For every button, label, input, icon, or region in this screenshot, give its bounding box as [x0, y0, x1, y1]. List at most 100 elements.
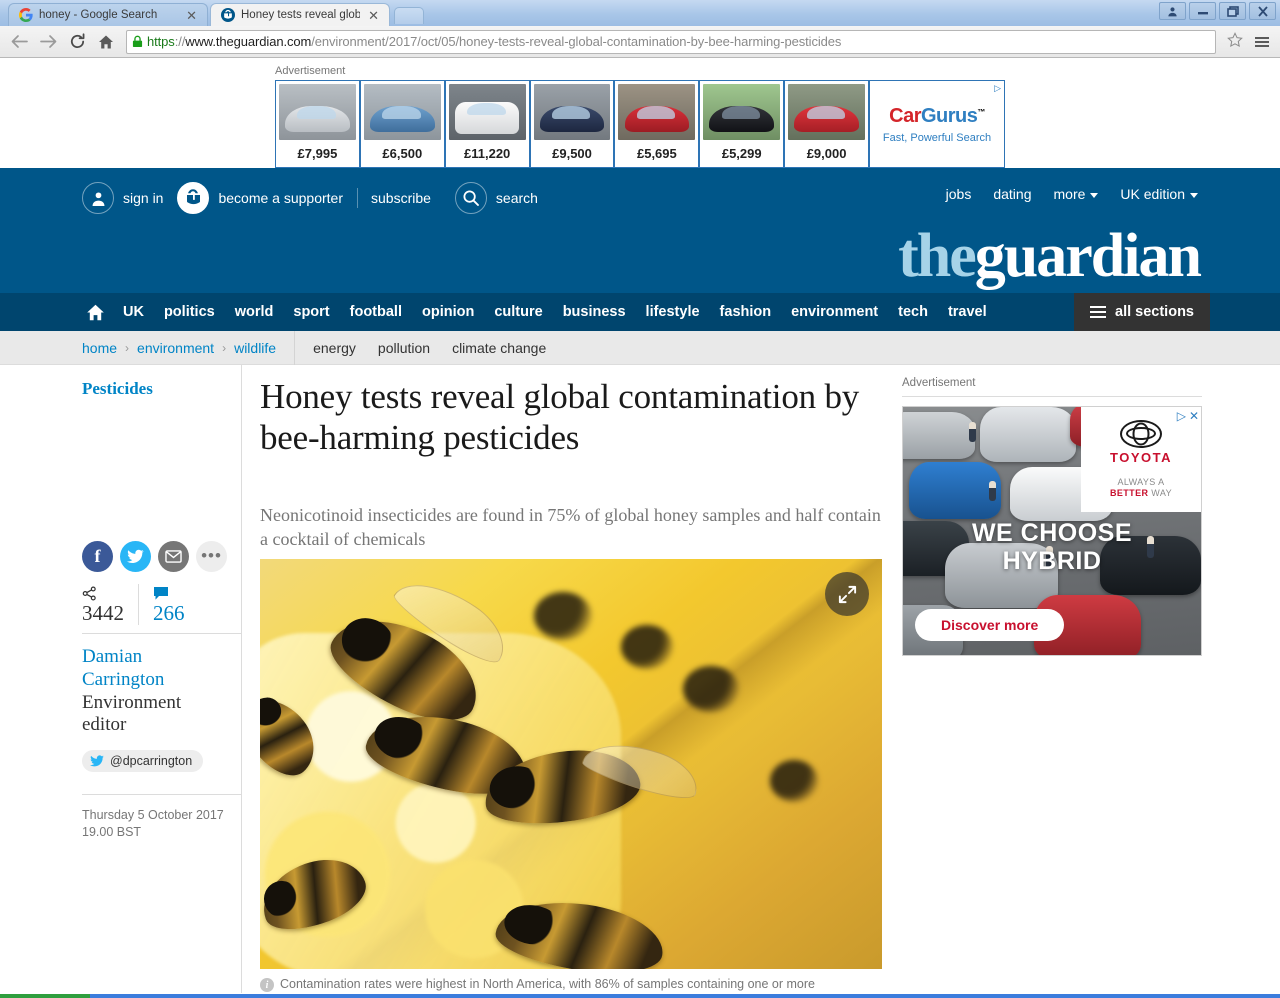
- nav-item-environment[interactable]: environment: [781, 293, 888, 331]
- toyota-advertisement[interactable]: TOYOTA ALWAYS A BETTER WAY ▷ ✕ WE CHOOSE…: [902, 406, 1202, 656]
- author-name-line1[interactable]: Damian: [82, 646, 142, 667]
- reload-button[interactable]: [64, 29, 90, 55]
- top-ad-banner[interactable]: £7,995 £6,500 £11,220 £9,500 £5,695 £5,2…: [275, 80, 1005, 168]
- breadcrumb-bar: home › environment › wildlife energy pol…: [0, 330, 1280, 365]
- ad-car-cell[interactable]: £9,000: [785, 81, 871, 167]
- restore-button[interactable]: [1219, 2, 1246, 20]
- toyota-brand-label: TOYOTA: [1110, 449, 1172, 465]
- breadcrumb-environment[interactable]: environment: [137, 340, 214, 356]
- ad-car-cell[interactable]: £5,299: [700, 81, 786, 167]
- page-title: Honey tests reveal global contamination …: [260, 377, 860, 457]
- header-link-jobs[interactable]: jobs: [946, 186, 972, 202]
- cargurus-tagline: Fast, Powerful Search: [882, 131, 992, 144]
- publication-date: Thursday 5 October 2017 19.00 BST: [82, 794, 241, 841]
- minimize-button[interactable]: [1189, 2, 1216, 20]
- subscribe-link[interactable]: subscribe: [371, 190, 445, 206]
- back-button[interactable]: [6, 29, 32, 55]
- discover-more-button[interactable]: Discover more: [915, 609, 1065, 641]
- subnav-item-energy[interactable]: energy: [313, 340, 356, 356]
- become-supporter-link[interactable]: become a supporter: [177, 182, 357, 214]
- article-kicker[interactable]: Pesticides: [82, 379, 241, 399]
- adchoices-icon[interactable]: ▷: [994, 83, 1001, 94]
- browser-tab-active[interactable]: Honey tests reveal global co ✕: [210, 3, 390, 26]
- author-name-line2[interactable]: Carrington: [82, 669, 164, 690]
- email-icon: [165, 550, 182, 563]
- guardian-logo[interactable]: theguardian: [898, 222, 1202, 290]
- ad-car-cell[interactable]: £7,995: [276, 81, 361, 167]
- car-price: £9,500: [552, 146, 592, 161]
- sign-in-link[interactable]: sign in: [82, 182, 177, 214]
- window-controls: [1159, 2, 1276, 20]
- breadcrumb-wildlife[interactable]: wildlife: [234, 340, 276, 356]
- close-button[interactable]: [1249, 2, 1276, 20]
- nav-item-football[interactable]: football: [340, 293, 412, 331]
- ad-car-cell[interactable]: £9,500: [531, 81, 616, 167]
- breadcrumb-home[interactable]: home: [82, 340, 117, 356]
- subnav-item-climate-change[interactable]: climate change: [452, 340, 546, 356]
- share-email-button[interactable]: [158, 541, 189, 572]
- all-sections-button[interactable]: all sections: [1074, 293, 1210, 331]
- new-tab-button[interactable]: [394, 7, 424, 24]
- info-icon[interactable]: i: [260, 978, 274, 993]
- nav-item-uk[interactable]: UK: [113, 293, 154, 331]
- bookmark-star-icon[interactable]: [1223, 32, 1247, 51]
- lock-icon: [132, 35, 143, 47]
- header-link-dating[interactable]: dating: [993, 186, 1031, 202]
- star-icon: [1227, 32, 1243, 48]
- tab-close-icon[interactable]: ✕: [184, 9, 199, 22]
- nav-item-politics[interactable]: politics: [154, 293, 225, 331]
- cargurus-brand-panel[interactable]: ▷ CarGurus™ Fast, Powerful Search: [870, 81, 1005, 167]
- logo-guardian: guardian: [974, 222, 1202, 290]
- tab-close-icon[interactable]: ✕: [366, 9, 381, 22]
- top-advertisement-area: Advertisement £7,995 £6,500 £11,220 £9,5…: [0, 58, 1280, 168]
- car-price: £5,695: [636, 146, 677, 161]
- nav-item-culture[interactable]: culture: [484, 293, 552, 331]
- ad-controls: ▷ ✕: [1177, 409, 1199, 423]
- comment-count-cell[interactable]: 266: [138, 584, 199, 626]
- adchoices-icon[interactable]: ▷: [1177, 409, 1186, 423]
- share-twitter-button[interactable]: [120, 541, 151, 572]
- ellipsis-icon: •••: [201, 546, 222, 566]
- nav-item-sport[interactable]: sport: [283, 293, 339, 331]
- address-bar[interactable]: https://www.theguardian.com/environment/…: [126, 29, 1216, 54]
- nav-item-travel[interactable]: travel: [938, 293, 997, 331]
- nav-item-home[interactable]: [82, 293, 113, 331]
- article-photo[interactable]: [260, 559, 882, 970]
- share-facebook-button[interactable]: f: [82, 541, 113, 572]
- author-twitter-handle[interactable]: @dpcarrington: [82, 750, 204, 773]
- nav-item-lifestyle[interactable]: lifestyle: [636, 293, 710, 331]
- article-standfirst: Neonicotinoid insecticides are found in …: [260, 504, 881, 550]
- nav-item-world[interactable]: world: [225, 293, 284, 331]
- browser-tab-inactive[interactable]: honey - Google Search ✕: [8, 3, 208, 26]
- subnav-divider: [294, 330, 296, 365]
- twitter-icon: [127, 549, 144, 564]
- forward-button[interactable]: [35, 29, 61, 55]
- cargurus-tm: ™: [977, 106, 985, 116]
- ad-car-cell[interactable]: £6,500: [361, 81, 446, 167]
- minimize-icon: [1197, 12, 1208, 15]
- facebook-icon: f: [94, 546, 101, 566]
- header-link-more[interactable]: more: [1054, 186, 1099, 202]
- share-count-cell[interactable]: 3442: [82, 584, 138, 625]
- search-link[interactable]: search: [445, 182, 552, 214]
- ad-car-cell[interactable]: £11,220: [446, 81, 531, 167]
- home-button[interactable]: [93, 29, 119, 55]
- nav-item-opinion[interactable]: opinion: [412, 293, 484, 331]
- article-meta-column: Pesticides f ••• 3442 266 Damian Carring…: [70, 365, 242, 994]
- share-more-button[interactable]: •••: [196, 541, 227, 572]
- subnav-item-pollution[interactable]: pollution: [378, 340, 430, 356]
- image-caption: i Contamination rates were highest in No…: [260, 969, 882, 993]
- nav-item-fashion[interactable]: fashion: [710, 293, 782, 331]
- nav-item-tech[interactable]: tech: [888, 293, 938, 331]
- search-label: search: [495, 190, 538, 206]
- browser-menu-button[interactable]: [1250, 36, 1274, 47]
- user-profile-button[interactable]: [1159, 2, 1186, 20]
- subscribe-label: subscribe: [371, 190, 431, 206]
- ad-car: [903, 411, 975, 460]
- nav-item-business[interactable]: business: [553, 293, 636, 331]
- header-edition-picker[interactable]: UK edition: [1120, 186, 1198, 202]
- guardian-supporter-icon: [177, 182, 210, 214]
- close-ad-icon[interactable]: ✕: [1189, 409, 1199, 423]
- ad-car-cell[interactable]: £5,695: [615, 81, 701, 167]
- twitter-icon: [90, 755, 104, 767]
